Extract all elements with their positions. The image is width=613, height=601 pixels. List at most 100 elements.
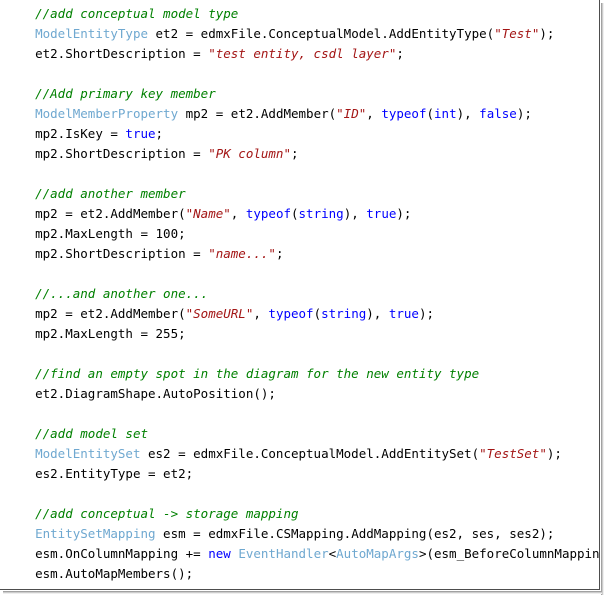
code-token-plain: mp2.MaxLength = <box>35 326 156 341</box>
code-token-plain: ), <box>366 306 389 321</box>
code-token-type: AutoMapArgs <box>336 546 419 561</box>
code-token-string: "ID" <box>336 106 367 121</box>
code-line: //add model set <box>0 424 599 444</box>
code-token-plain: ( <box>291 206 299 221</box>
code-token-keyword: true <box>388 306 419 321</box>
code-token-plain: mp2.ShortDescription = <box>35 146 209 161</box>
code-token-plain: >(esm_BeforeColumnMapping); <box>418 546 600 561</box>
code-token-plain: es2 = edmxFile.ConceptualModel.AddEntity… <box>140 446 480 461</box>
code-token-plain: et2 = edmxFile.ConceptualModel.AddEntity… <box>148 26 495 41</box>
code-token-type: EventHandler <box>238 546 329 561</box>
code-token-plain: ( <box>426 106 435 121</box>
frame-shadow-bottom <box>3 591 602 594</box>
code-token-number: 255 <box>155 326 179 341</box>
code-token-type: ModelEntityType <box>35 26 148 41</box>
code-token-plain: es2.EntityType = et2; <box>35 466 194 481</box>
code-token-keyword: true <box>125 126 156 141</box>
code-token-keyword: new <box>208 546 231 561</box>
code-token-string: "Name" <box>185 206 231 221</box>
code-token-comment: //Add primary key member <box>35 86 216 101</box>
code-token-plain: ; <box>155 126 164 141</box>
code-token-plain: ; <box>178 226 186 241</box>
code-token-string: "Test" <box>494 26 540 41</box>
code-token-plain: ), <box>343 206 367 221</box>
code-line: ModelEntityType et2 = edmxFile.Conceptua… <box>0 24 599 44</box>
code-token-plain: ); <box>516 106 532 121</box>
code-token-keyword: typeof <box>381 106 427 121</box>
code-token-plain: ); <box>546 446 562 461</box>
code-token-comment: //add conceptual model type <box>35 6 239 21</box>
code-token-plain: ; <box>178 326 186 341</box>
code-token-comment: //add conceptual -> storage mapping <box>35 506 299 521</box>
code-token-keyword: int <box>434 106 457 121</box>
code-line: mp2.IsKey = true; <box>0 124 599 144</box>
code-token-type: ModelMemberProperty <box>35 106 179 121</box>
code-token-plain: et2.DiagramShape.AutoPosition(); <box>35 386 276 401</box>
code-token-plain: mp2 = et2.AddMember( <box>35 206 186 221</box>
code-line: //add conceptual -> storage mapping <box>0 504 599 524</box>
code-snippet-frame: //add conceptual model type ModelEntityT… <box>0 0 600 590</box>
code-token-keyword: true <box>366 206 397 221</box>
code-line: esm.AutoMapMembers(); <box>0 564 599 584</box>
code-line: EntitySetMapping esm = edmxFile.CSMappin… <box>0 524 599 544</box>
code-line: mp2.ShortDescription = "PK column"; <box>0 144 599 164</box>
code-token-plain: mp2 = et2.AddMember( <box>178 106 337 121</box>
code-token-plain: ; <box>396 46 404 61</box>
code-line: mp2.MaxLength = 255; <box>0 324 599 344</box>
code-token-plain: , <box>366 106 382 121</box>
code-token-plain: ), <box>456 106 480 121</box>
code-token-plain: et2.ShortDescription = <box>35 46 209 61</box>
code-token-comment: //...and another one... <box>35 286 209 301</box>
code-token-plain: , <box>230 206 246 221</box>
code-line: mp2 = et2.AddMember("Name", typeof(strin… <box>0 204 599 224</box>
code-token-plain: mp2.MaxLength = <box>35 226 156 241</box>
code-token-plain: , <box>253 306 269 321</box>
code-line: ModelEntitySet es2 = edmxFile.Conceptual… <box>0 444 599 464</box>
code-line: es2.EntityType = et2; <box>0 464 599 484</box>
code-token-string: "SomeURL" <box>185 306 254 321</box>
code-token-plain: ; <box>275 246 284 261</box>
frame-shadow-right <box>601 3 604 595</box>
code-line: mp2 = et2.AddMember("SomeURL", typeof(st… <box>0 304 599 324</box>
code-token-string: "TestSet" <box>479 446 547 461</box>
code-token-plain: ); <box>396 206 412 221</box>
code-token-comment: //add model set <box>35 426 148 441</box>
code-token-plain: esm.OnColumnMapping += <box>35 546 209 561</box>
code-token-comment: //add another member <box>35 186 186 201</box>
code-token-keyword: false <box>479 106 517 121</box>
code-token-string: "test entity, csdl layer" <box>208 46 397 61</box>
code-line: //add another member <box>0 184 599 204</box>
code-token-plain: mp2 = et2.AddMember( <box>35 306 186 321</box>
code-line: //find an empty spot in the diagram for … <box>0 364 599 384</box>
code-token-plain: ( <box>313 306 322 321</box>
code-token-keyword: string <box>321 306 367 321</box>
code-token-plain: esm.AutoMapMembers(); <box>35 566 194 581</box>
code-token-keyword: string <box>298 206 344 221</box>
code-line: et2.ShortDescription = "test entity, csd… <box>0 44 599 64</box>
code-token-keyword: typeof <box>245 206 291 221</box>
code-line: ModelMemberProperty mp2 = et2.AddMember(… <box>0 104 599 124</box>
code-token-keyword: typeof <box>268 306 314 321</box>
code-listing[interactable]: //add conceptual model type ModelEntityT… <box>0 0 600 589</box>
code-token-plain: ; <box>291 146 299 161</box>
